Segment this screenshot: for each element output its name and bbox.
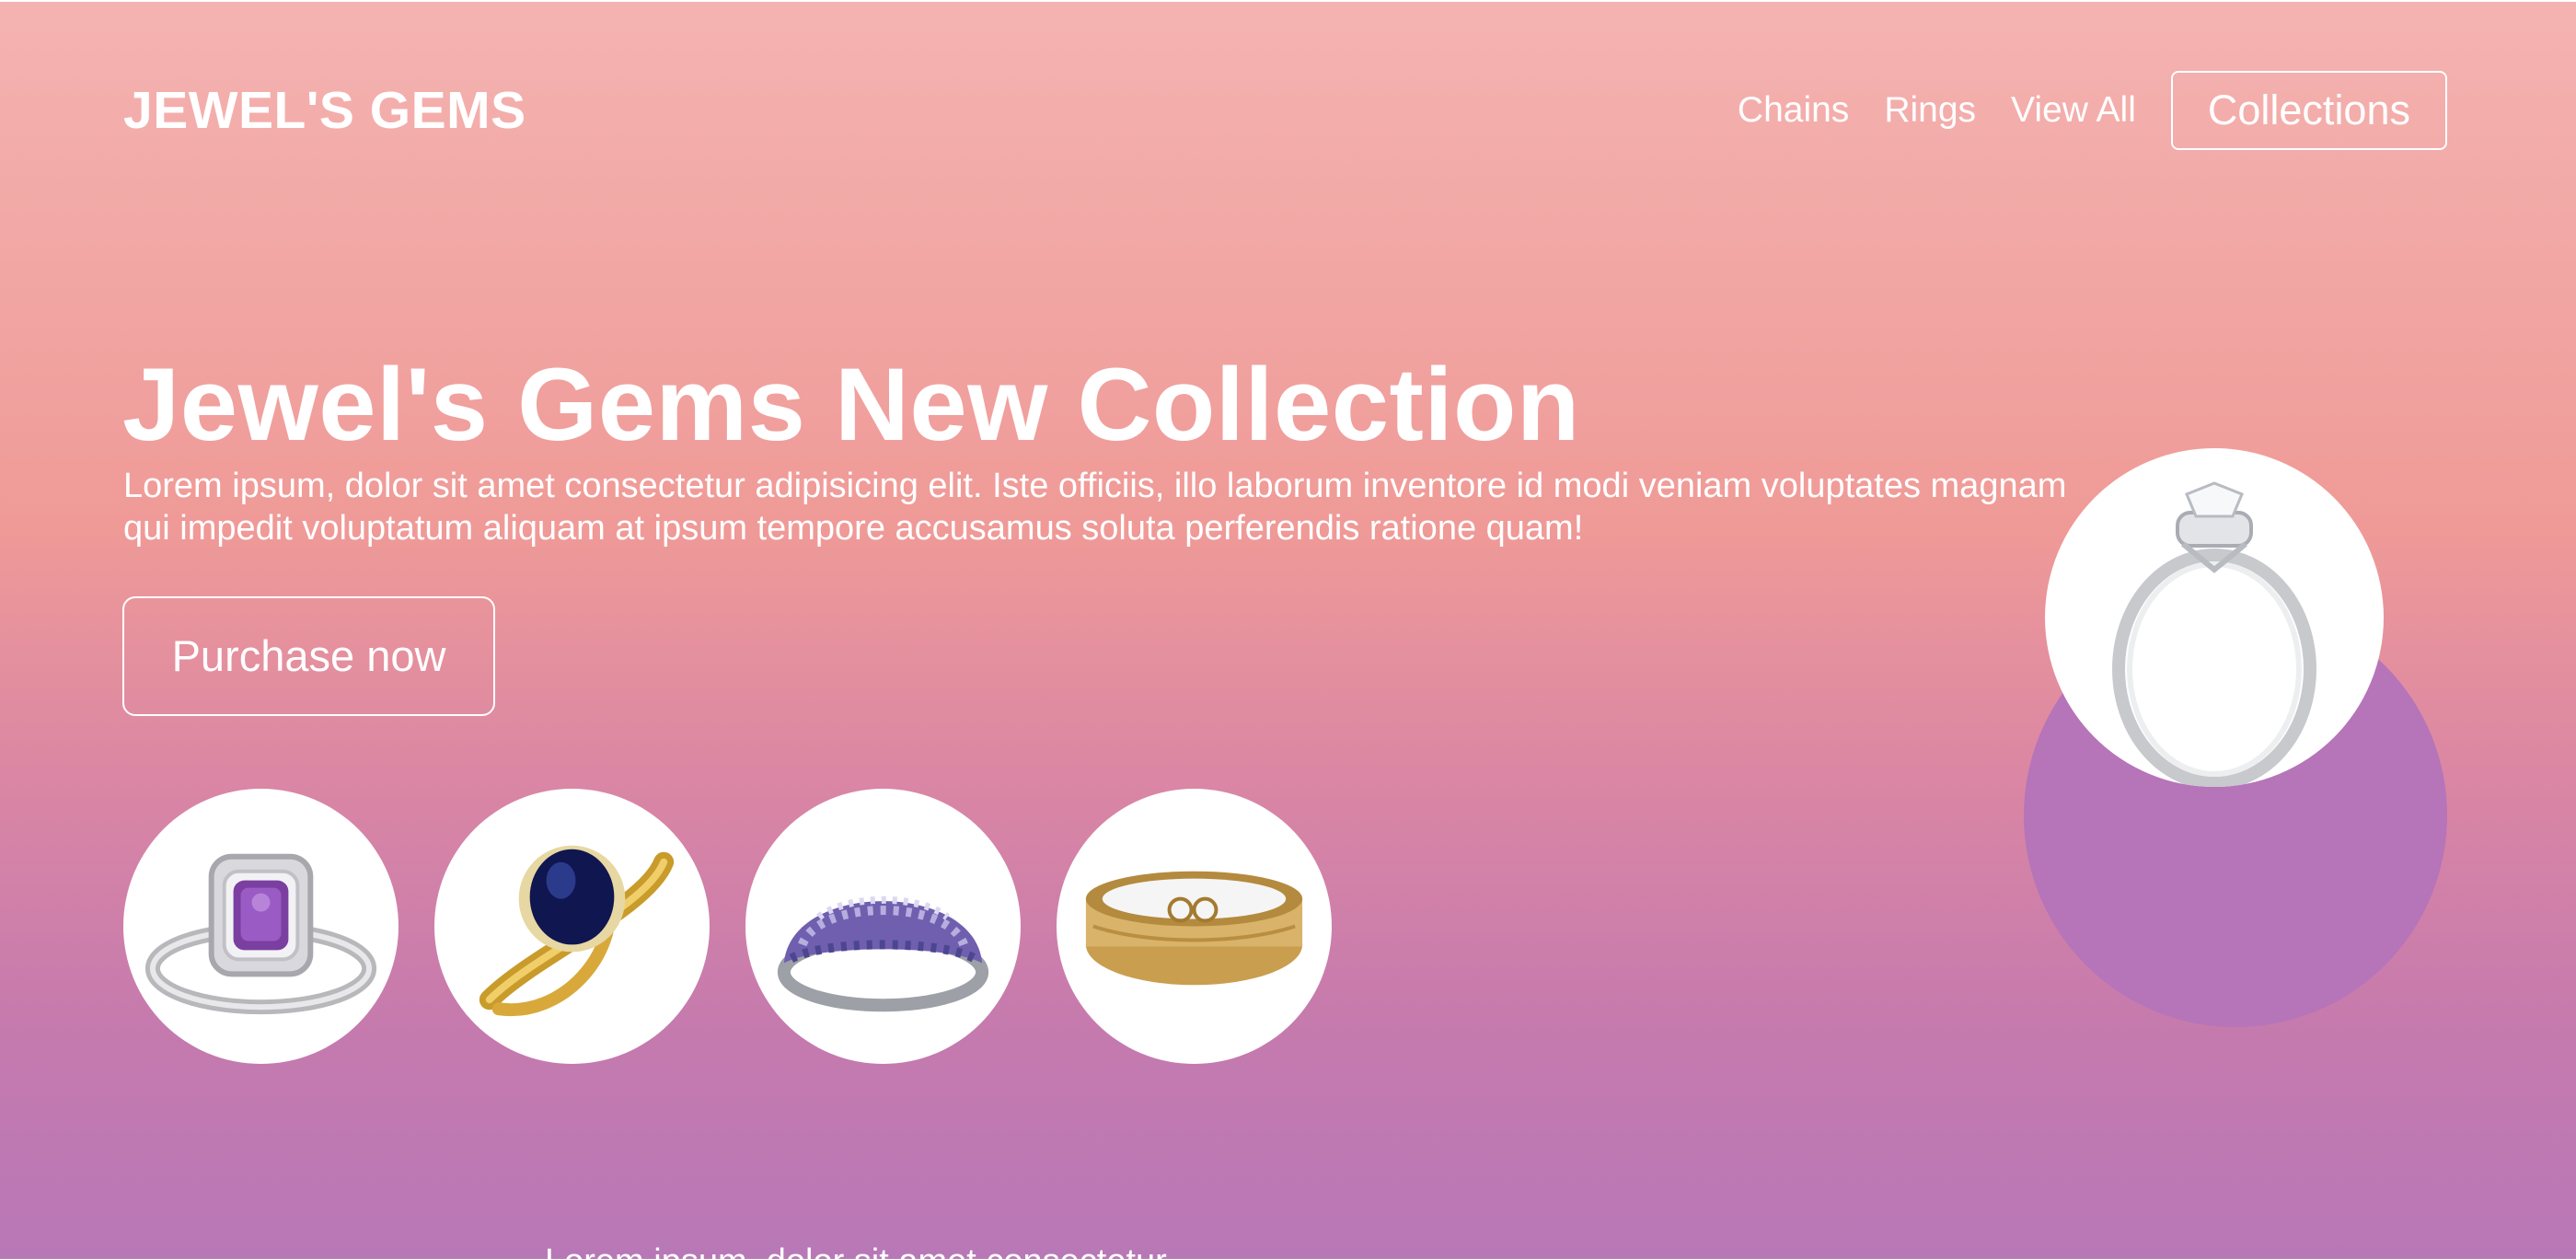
nav-link-rings[interactable]: Rings: [1884, 72, 1976, 149]
nav-link-view-all[interactable]: View All: [2011, 72, 2136, 149]
top-border: [0, 0, 2576, 2]
product-thumb-crystal-band[interactable]: [745, 789, 1021, 1064]
product-thumb-sapphire[interactable]: [434, 789, 710, 1064]
section-intro-text: Lorem ipsum, dolor sit amet consectetur: [545, 1241, 1167, 1259]
brand-logo[interactable]: JEWEL'S GEMS: [123, 81, 526, 140]
main-nav: Chains Rings View All Collections: [1738, 71, 2447, 150]
crystal-band-ring-icon: [777, 895, 989, 1012]
amethyst-ring-icon: [144, 853, 377, 1015]
product-thumb-amethyst[interactable]: [123, 789, 399, 1064]
product-thumbnails: [123, 789, 1332, 1064]
hero-title: Jewel's Gems New Collection: [122, 347, 1580, 462]
collections-button[interactable]: Collections: [2170, 71, 2447, 150]
gold-band-ring-icon: [1085, 871, 1303, 986]
diamond-halo-ring-icon: [2112, 481, 2316, 787]
hero-description: Lorem ipsum, dolor sit amet consectetur …: [123, 467, 2067, 548]
sapphire-ring-icon: [479, 845, 675, 1017]
nav-link-chains[interactable]: Chains: [1738, 72, 1849, 149]
purchase-now-button[interactable]: Purchase now: [122, 596, 495, 716]
featured-product[interactable]: [2045, 448, 2384, 787]
product-thumb-gold-band[interactable]: [1057, 789, 1332, 1064]
